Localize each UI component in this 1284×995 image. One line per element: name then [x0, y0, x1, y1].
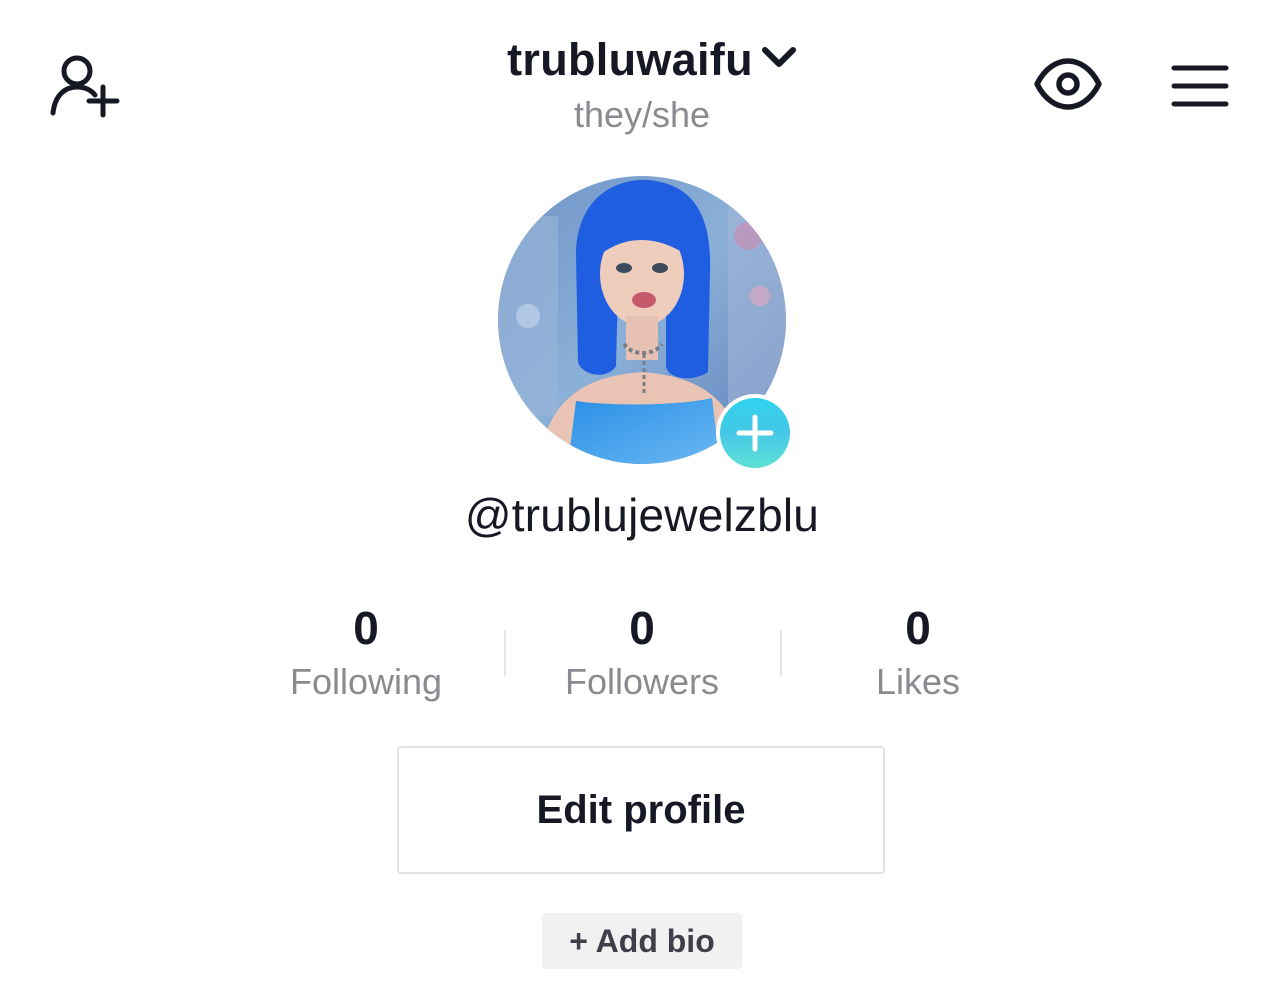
user-handle: @trublujewelzblu	[464, 489, 820, 541]
stat-divider	[780, 630, 782, 676]
stat-value: 0	[353, 602, 379, 654]
profile-stats: 0 Following 0 Followers 0 Likes	[228, 600, 1056, 704]
stat-label: Followers	[564, 661, 720, 702]
stat-value: 0	[905, 602, 931, 654]
eye-icon[interactable]	[1030, 52, 1106, 116]
account-switcher[interactable]: trubluwaifu	[507, 34, 797, 86]
stat-label: Following	[289, 661, 443, 702]
stat-likes[interactable]: 0 Likes	[780, 600, 1056, 704]
eye-icon-graphic	[1034, 58, 1102, 110]
add-bio-button[interactable]: + Add bio	[542, 913, 742, 969]
plus-icon	[720, 398, 790, 468]
profile-page: trubluwaifu they/she @trublujewelzblu 0 …	[0, 0, 1284, 995]
username: trubluwaifu	[507, 34, 753, 85]
menu-icon[interactable]	[1166, 58, 1234, 114]
stat-divider	[504, 630, 506, 676]
stat-label: Likes	[875, 661, 961, 702]
chevron-down-icon	[761, 44, 797, 77]
edit-profile-button[interactable]: Edit profile	[397, 746, 885, 874]
stat-value: 0	[629, 602, 655, 654]
menu-icon-graphic	[1171, 65, 1229, 107]
stat-following[interactable]: 0 Following	[228, 600, 504, 704]
stat-followers[interactable]: 0 Followers	[504, 600, 780, 704]
avatar-add-button[interactable]	[716, 394, 794, 472]
